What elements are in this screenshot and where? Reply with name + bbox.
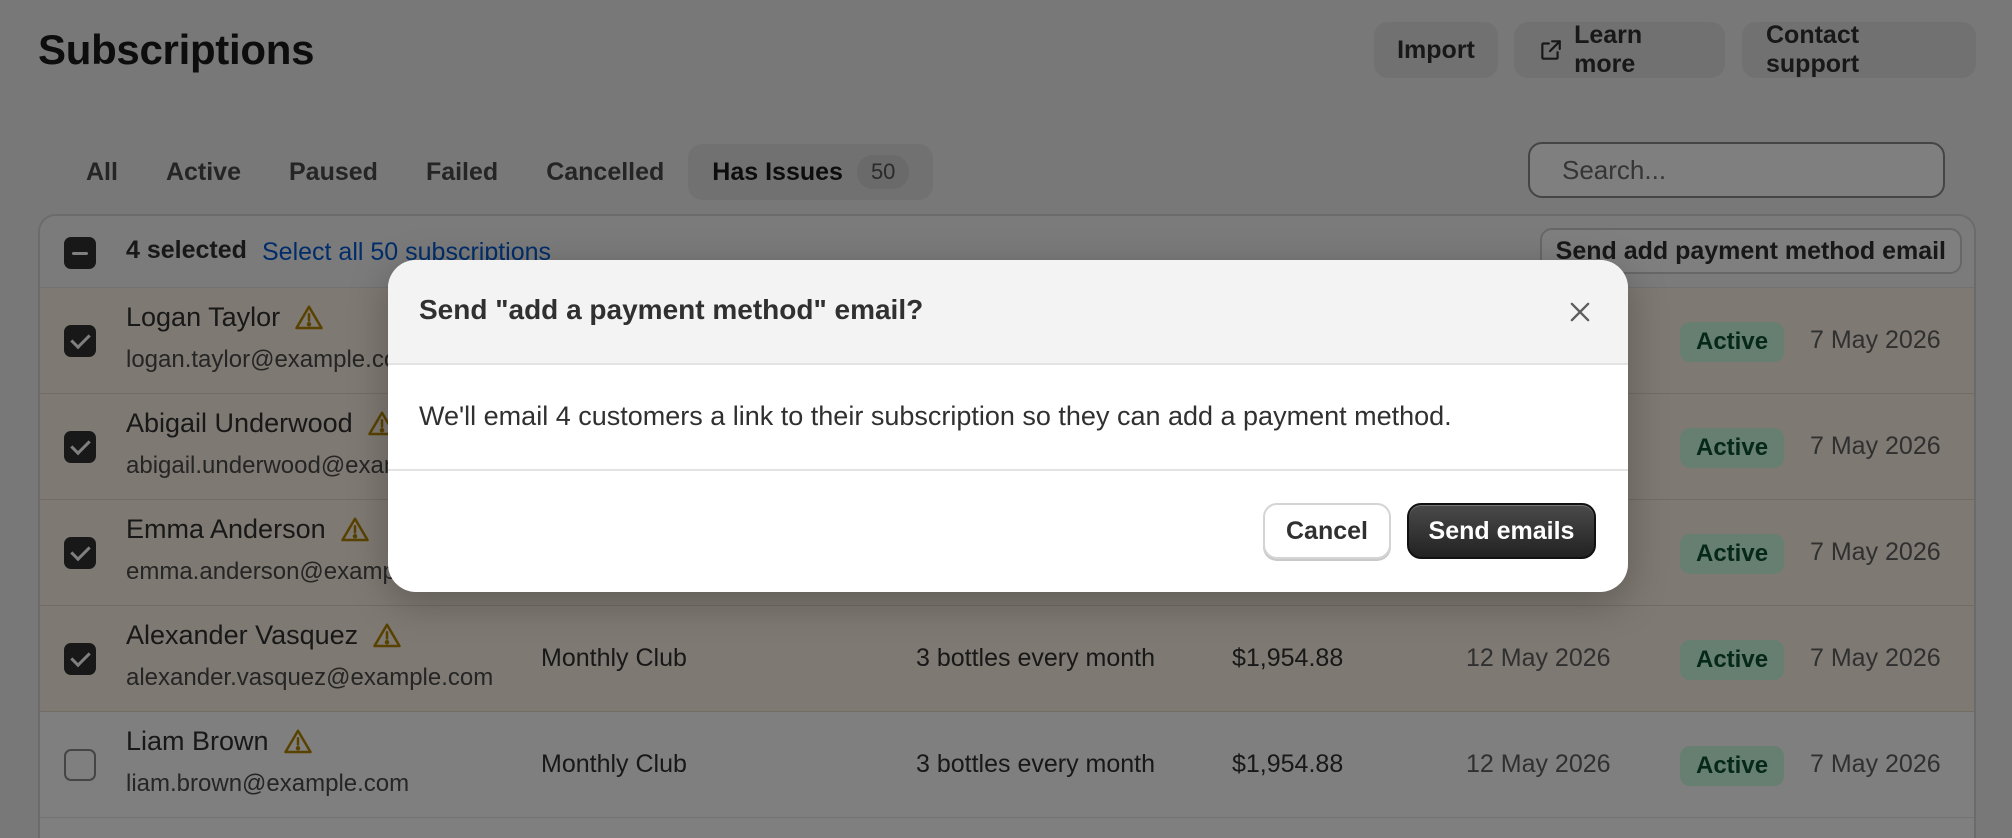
modal-body: We'll email 4 customers a link to their …	[388, 365, 1628, 471]
send-emails-label: Send emails	[1428, 516, 1575, 545]
modal-close-button[interactable]	[1558, 290, 1602, 334]
send-email-modal: Send "add a payment method" email? We'll…	[388, 260, 1628, 592]
modal-title: Send "add a payment method" email?	[419, 294, 924, 325]
cancel-label: Cancel	[1286, 516, 1368, 545]
close-icon	[1570, 302, 1590, 322]
modal-message: We'll email 4 customers a link to their …	[419, 401, 1452, 431]
send-emails-button[interactable]: Send emails	[1407, 503, 1596, 559]
cancel-button[interactable]: Cancel	[1263, 503, 1391, 559]
modal-header: Send "add a payment method" email?	[388, 260, 1628, 365]
